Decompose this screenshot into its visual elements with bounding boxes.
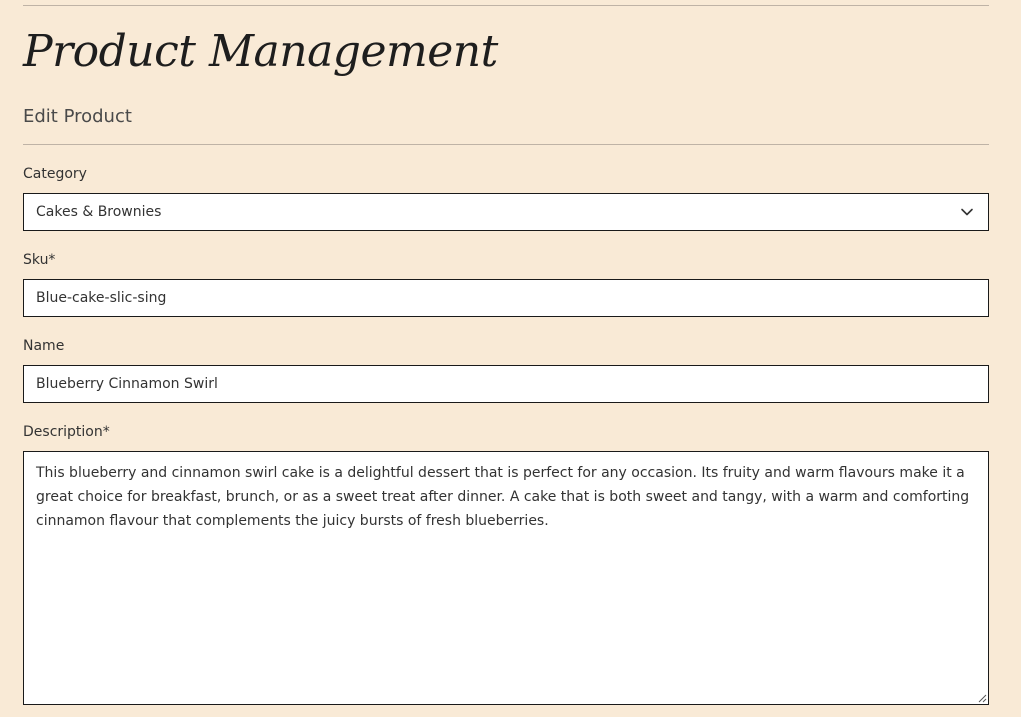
category-label: Category <box>23 166 87 182</box>
sku-label: Sku* <box>23 252 56 268</box>
section-title: Edit Product <box>23 106 132 127</box>
resize-grip-icon[interactable] <box>977 693 987 703</box>
sku-input[interactable]: Blue-cake-slic-sing <box>23 279 989 317</box>
name-label: Name <box>23 338 65 354</box>
description-textarea[interactable]: This blueberry and cinnamon swirl cake i… <box>23 451 989 705</box>
section-divider <box>23 144 989 145</box>
description-text: This blueberry and cinnamon swirl cake i… <box>36 465 970 529</box>
chevron-down-icon <box>961 208 973 216</box>
description-label: Description* <box>23 424 110 440</box>
page-title: Product Management <box>23 26 498 77</box>
top-divider <box>23 5 989 6</box>
category-select[interactable]: Cakes & Brownies <box>23 193 989 231</box>
category-selected-value: Cakes & Brownies <box>36 204 162 220</box>
name-input[interactable]: Blueberry Cinnamon Swirl <box>23 365 989 403</box>
